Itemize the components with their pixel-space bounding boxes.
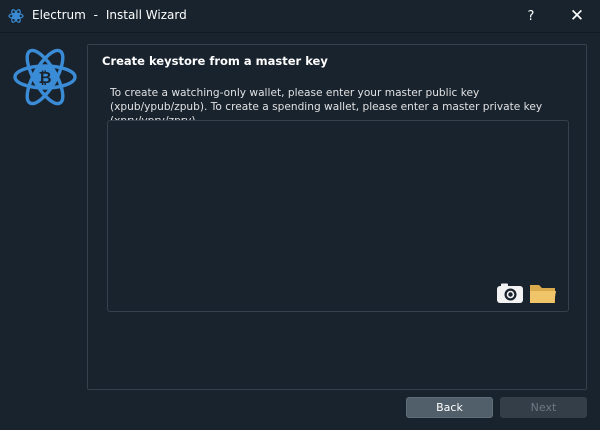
master-key-input-area[interactable]	[107, 120, 569, 312]
back-button[interactable]: Back	[406, 397, 493, 418]
app-name: Electrum	[32, 8, 86, 22]
electrum-app-icon	[8, 9, 24, 23]
close-button[interactable]: ✕	[554, 0, 600, 32]
svg-text:₿: ₿	[38, 68, 51, 87]
help-button[interactable]: ?	[508, 0, 554, 32]
folder-icon[interactable]	[529, 281, 557, 305]
page-title: Create keystore from a master key	[102, 54, 328, 68]
title-separator: -	[93, 8, 99, 22]
help-icon: ?	[527, 8, 535, 24]
next-button[interactable]: Next	[500, 397, 587, 418]
title-bar: Electrum - Install Wizard ? ✕	[0, 0, 600, 33]
electrum-logo-icon: ₿	[13, 48, 77, 106]
close-icon: ✕	[569, 6, 585, 26]
camera-icon[interactable]	[496, 282, 524, 304]
window-title-text: Install Wizard	[105, 8, 187, 22]
window-title: Electrum - Install Wizard	[32, 8, 187, 22]
wizard-panel: Create keystore from a master key To cre…	[87, 44, 587, 390]
